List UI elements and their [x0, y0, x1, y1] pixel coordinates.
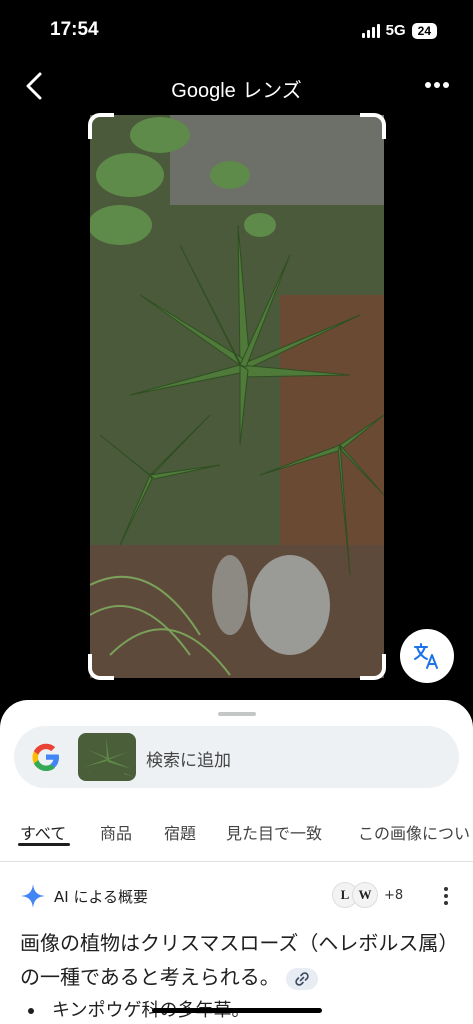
tab-homework[interactable]: 宿題	[164, 820, 196, 844]
results-sheet: 検索に追加 すべて 商品 宿題 見た目で一致 この画像につい AI による概要 …	[0, 700, 473, 1024]
sparkle-icon	[21, 884, 45, 908]
ai-overview-label: AI による概要	[54, 888, 149, 906]
tab-visual-matches[interactable]: 見た目で一致	[226, 820, 322, 844]
ai-overview-summary: 画像の植物はクリスマスローズ（ヘレボルス属）の一種であると考えられる。	[20, 926, 450, 994]
crop-corner-top-right[interactable]	[360, 113, 386, 139]
ai-overview-menu-button[interactable]	[436, 884, 456, 908]
status-indicators: 5G 24	[361, 22, 437, 39]
crop-corner-top-left[interactable]	[88, 113, 114, 139]
google-g-icon	[32, 743, 59, 771]
tab-products[interactable]: 商品	[100, 820, 132, 844]
crop-corner-bottom-right[interactable]	[360, 654, 386, 680]
crop-corner-bottom-left[interactable]	[88, 654, 114, 680]
app-header: Google レンズ	[0, 60, 473, 112]
tab-about-image[interactable]: この画像につい	[358, 820, 470, 844]
title-suffix: レンズ	[242, 78, 302, 102]
add-to-search-label: 検索に追加	[146, 751, 231, 771]
sheet-drag-handle[interactable]	[218, 712, 256, 716]
source-link-button[interactable]	[285, 967, 318, 990]
status-bar: 17:54 5G 24	[0, 0, 473, 60]
link-icon	[295, 971, 309, 986]
status-time: 17:54	[50, 19, 99, 40]
translate-icon	[414, 643, 438, 669]
source-avatars[interactable]: L W +8	[332, 882, 403, 908]
more-menu-button[interactable]	[419, 70, 455, 100]
query-image[interactable]	[90, 115, 384, 678]
title-brand: Google	[171, 80, 236, 102]
source-avatar: W	[352, 882, 378, 908]
page-title: Google レンズ	[0, 74, 473, 103]
add-to-search-bar[interactable]: 検索に追加	[14, 726, 459, 788]
tab-all[interactable]: すべて	[20, 820, 66, 844]
signal-icon	[361, 23, 380, 38]
more-horiz-icon	[425, 82, 449, 88]
plant-photo	[90, 115, 384, 678]
active-tab-indicator	[18, 843, 70, 846]
query-thumbnail[interactable]	[78, 733, 136, 781]
translate-button[interactable]	[400, 629, 454, 683]
thumbnail-image	[78, 733, 136, 781]
network-type: 5G	[385, 22, 406, 39]
summary-text: 画像の植物はクリスマスローズ（ヘレボルス属）の一種であると考えられる。	[20, 931, 449, 989]
battery-icon: 24	[411, 22, 437, 39]
home-indicator[interactable]	[152, 1008, 322, 1013]
bullet-icon	[28, 1008, 34, 1014]
more-vert-icon	[444, 887, 448, 905]
source-count: +8	[384, 887, 404, 903]
result-tabs: すべて 商品 宿題 見た目で一致 この画像につい	[0, 816, 473, 862]
ai-overview-header: AI による概要 L W +8	[20, 882, 460, 910]
